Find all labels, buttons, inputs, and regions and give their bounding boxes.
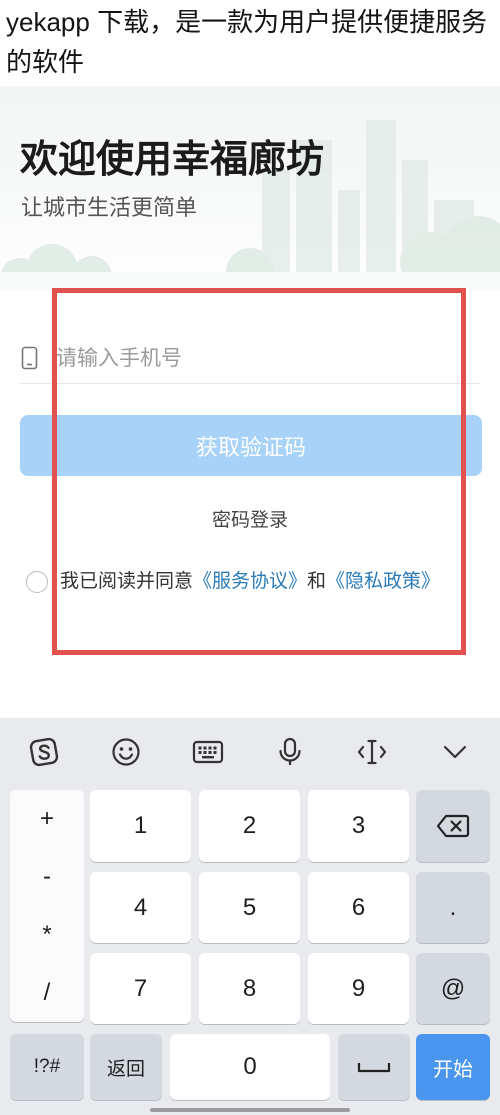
page-subtitle: 让城市生活更简单 (21, 195, 198, 220)
key-4[interactable]: 4 (90, 872, 191, 943)
key-3[interactable]: 3 (308, 790, 409, 862)
key-5[interactable]: 5 (199, 872, 300, 943)
password-login-link[interactable]: 密码登录 (0, 508, 500, 534)
service-agreement-link[interactable]: 《服务协议》 (193, 571, 307, 592)
key-multiply[interactable]: * (10, 906, 84, 964)
back-key[interactable]: 返回 (90, 1034, 162, 1100)
key-1[interactable]: 1 (90, 790, 191, 862)
phone-number-input[interactable] (56, 343, 476, 375)
agreement-checkbox[interactable] (26, 571, 48, 593)
space-icon (357, 1063, 391, 1073)
key-dot[interactable]: . (416, 872, 490, 943)
page-title: 欢迎使用幸福廊坊 (20, 139, 325, 181)
key-0[interactable]: 0 (170, 1034, 330, 1100)
get-verification-code-button[interactable]: 获取验证码 (20, 415, 482, 476)
emoji-icon[interactable] (106, 732, 146, 772)
screen: yekapp 下载，是一款为用户提供便捷服务的软件 欢迎使用幸福廊坊 让城市生活… (0, 0, 500, 1115)
key-divide[interactable]: / (10, 964, 84, 1022)
phone-icon (21, 346, 38, 370)
key-at[interactable]: @ (416, 953, 490, 1024)
phone-input-underline (20, 383, 480, 384)
space-key[interactable] (338, 1034, 410, 1100)
microphone-icon[interactable] (270, 732, 310, 772)
key-7[interactable]: 7 (90, 953, 191, 1024)
privacy-policy-link[interactable]: 《隐私政策》 (326, 571, 440, 592)
key-8[interactable]: 8 (199, 953, 300, 1024)
backspace-icon (436, 814, 470, 838)
key-9[interactable]: 9 (308, 953, 409, 1024)
key-2[interactable]: 2 (199, 790, 300, 862)
agreement-text: 我已阅读并同意《服务协议》和《隐私政策》 (60, 569, 440, 595)
start-key[interactable]: 开始 (416, 1034, 490, 1100)
sogou-logo-icon[interactable] (24, 732, 64, 772)
key-plus[interactable]: + (10, 790, 84, 848)
backspace-key[interactable] (416, 790, 490, 862)
agreement-prefix: 我已阅读并同意 (60, 571, 194, 592)
chevron-down-icon[interactable] (435, 732, 475, 772)
keyboard-icon[interactable] (188, 732, 228, 772)
agreement-and: 和 (307, 571, 327, 592)
key-6[interactable]: 6 (308, 872, 409, 943)
caption-text: yekapp 下载，是一款为用户提供便捷服务的软件 (6, 7, 488, 77)
key-minus[interactable]: - (10, 848, 84, 906)
symbols-key[interactable]: !?# (10, 1034, 84, 1100)
home-indicator[interactable] (150, 1108, 350, 1112)
symbol-column: + - * / (10, 790, 84, 1022)
cursor-move-icon[interactable] (352, 732, 392, 772)
